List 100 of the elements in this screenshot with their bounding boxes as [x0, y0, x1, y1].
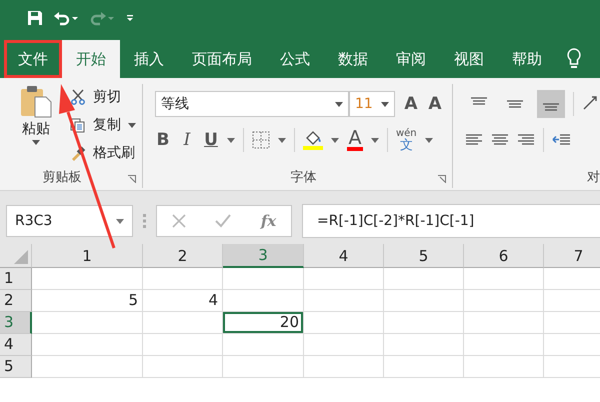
name-box[interactable]: R3C3 — [6, 205, 133, 237]
formula-field[interactable]: =R[-1]C[-2]*R[-1]C[-1] — [302, 204, 600, 238]
table-cell[interactable] — [384, 290, 464, 312]
caret-icon — [226, 138, 235, 142]
table-cell[interactable] — [384, 268, 464, 290]
table-cell[interactable] — [464, 290, 544, 312]
row-header[interactable]: 4 — [0, 334, 32, 356]
redo-icon[interactable] — [89, 10, 115, 26]
clipboard-icon — [19, 84, 53, 118]
group-label: 剪贴板 — [42, 169, 82, 186]
ribbon-tab[interactable]: 开始 — [62, 40, 120, 78]
column-header[interactable]: 3 — [223, 244, 304, 268]
column-header[interactable]: 4 — [304, 244, 384, 268]
table-cell[interactable] — [32, 334, 143, 356]
caret-icon — [334, 102, 343, 106]
font-name-field[interactable]: 等线 — [154, 91, 349, 117]
row-header[interactable]: 5 — [0, 356, 32, 378]
column-header[interactable]: 7 — [544, 244, 600, 268]
dialog-launcher-icon[interactable] — [438, 175, 446, 183]
table-cell[interactable] — [223, 268, 304, 290]
table-cell[interactable] — [304, 356, 384, 378]
group-label: 对 — [587, 169, 600, 186]
column-header[interactable]: 5 — [384, 244, 464, 268]
column-header[interactable]: 2 — [143, 244, 223, 268]
table-cell[interactable] — [223, 334, 304, 356]
table-cell[interactable] — [384, 356, 464, 378]
table-cell[interactable] — [464, 334, 544, 356]
table-cell[interactable] — [32, 268, 143, 290]
table-cell[interactable] — [304, 334, 384, 356]
decrease-font-size-button[interactable]: A — [426, 94, 443, 114]
lightbulb-icon[interactable] — [566, 48, 582, 70]
paste-button[interactable]: 粘贴 — [16, 84, 56, 166]
table-cell[interactable] — [384, 312, 464, 334]
ribbon-tab[interactable]: 公式 — [266, 40, 324, 78]
cancel-icon[interactable] — [172, 214, 186, 228]
copy-icon[interactable] — [70, 117, 86, 133]
ribbon-tab[interactable]: 数据 — [324, 40, 382, 78]
scissors-icon[interactable] — [70, 89, 86, 105]
table-cell[interactable] — [32, 356, 143, 378]
ribbon-tab[interactable]: 视图 — [440, 40, 498, 78]
select-all-corner[interactable] — [0, 244, 32, 268]
triangle-icon — [14, 250, 28, 264]
table-cell[interactable] — [304, 290, 384, 312]
caret-icon — [330, 138, 339, 142]
brush-icon[interactable] — [70, 145, 86, 161]
ribbon-tab[interactable]: 页面布局 — [178, 40, 266, 78]
row-header[interactable]: 3 — [0, 312, 32, 334]
table-cell[interactable] — [32, 312, 143, 334]
group-label: 字体 — [290, 169, 316, 186]
increase-font-size-button[interactable]: A — [402, 94, 419, 114]
caret-icon — [116, 218, 124, 224]
borders-icon[interactable] — [252, 131, 270, 149]
column-header[interactable]: 6 — [464, 244, 544, 268]
fill-color-icon[interactable] — [302, 129, 323, 151]
copy-button[interactable]: 复制 — [93, 116, 121, 134]
customize-icon[interactable] — [125, 13, 135, 23]
cut-button[interactable]: 剪切 — [93, 88, 121, 106]
ribbon-tab[interactable]: 审阅 — [382, 40, 440, 78]
table-cell[interactable] — [304, 268, 384, 290]
table-cell[interactable]: 4 — [143, 290, 223, 312]
caret-icon — [370, 138, 379, 142]
table-cell[interactable] — [143, 356, 223, 378]
caret-icon[interactable] — [128, 122, 136, 128]
align-left-icon[interactable] — [465, 133, 483, 147]
ribbon-tab[interactable]: 帮助 — [498, 40, 556, 78]
row-header[interactable]: 1 — [0, 268, 32, 290]
table-cell[interactable] — [143, 334, 223, 356]
phonetic-guide-button[interactable]: wén 文 — [396, 128, 417, 152]
bold-button[interactable]: B — [154, 130, 171, 150]
caret-icon — [278, 138, 286, 142]
caret-icon — [380, 102, 389, 106]
ribbon-tab[interactable]: 文件 — [4, 40, 62, 78]
table-cell[interactable]: 5 — [32, 290, 143, 312]
caret-icon — [32, 140, 40, 145]
insert-function-button[interactable]: fx — [260, 212, 276, 230]
align-right-icon[interactable] — [517, 133, 535, 147]
table-cell[interactable] — [464, 312, 544, 334]
table-cell[interactable] — [384, 334, 464, 356]
ribbon-tab[interactable]: 插入 — [120, 40, 178, 78]
grip-icon[interactable] — [143, 214, 146, 228]
table-cell[interactable] — [464, 268, 544, 290]
dialog-launcher-icon[interactable] — [128, 175, 136, 183]
row-header[interactable]: 2 — [0, 290, 32, 312]
undo-icon[interactable] — [53, 10, 79, 26]
table-cell[interactable] — [143, 268, 223, 290]
decrease-indent-icon[interactable] — [552, 133, 570, 147]
table-cell[interactable] — [223, 356, 304, 378]
italic-button[interactable]: I — [178, 130, 195, 150]
align-center-icon[interactable] — [491, 133, 509, 147]
table-cell[interactable]: 20 — [223, 312, 304, 334]
table-cell[interactable] — [464, 356, 544, 378]
table-cell[interactable] — [304, 312, 384, 334]
save-icon[interactable] — [27, 10, 43, 26]
bottom-align-button[interactable] — [537, 90, 565, 118]
underline-button[interactable]: U — [202, 130, 219, 150]
font-color-button[interactable]: A — [346, 129, 363, 151]
format-painter-button[interactable]: 格式刷 — [93, 144, 135, 162]
caret-icon — [424, 138, 433, 142]
column-header[interactable]: 1 — [32, 244, 143, 268]
enter-icon[interactable] — [215, 214, 232, 228]
